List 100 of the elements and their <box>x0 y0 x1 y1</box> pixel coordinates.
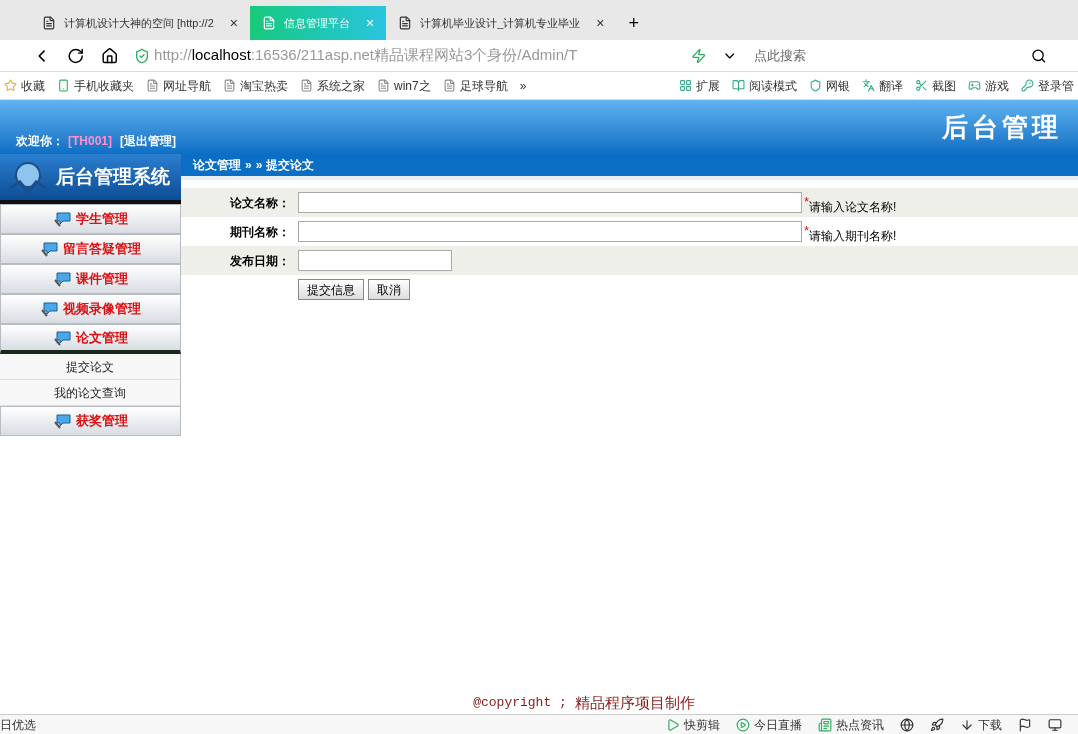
breadcrumb-text: » <box>255 157 263 174</box>
bookmark-link[interactable]: 网址导航 <box>146 76 211 95</box>
tool-label: 网银 <box>826 77 850 95</box>
menu-item[interactable]: 留言答疑管理 <box>0 234 181 264</box>
chat-bubble-icon <box>53 329 72 346</box>
tool-icon <box>1021 79 1034 92</box>
reload-icon[interactable] <box>67 46 85 65</box>
status-button[interactable]: 今日直播 <box>736 715 802 734</box>
welcome-label: 欢迎你： <box>16 133 64 150</box>
menu-item[interactable]: 视频录像管理 <box>0 294 181 324</box>
bookmark-label: 收藏 <box>21 77 45 95</box>
breadcrumb-text: 论文管理 <box>193 157 241 174</box>
tool-label: 游戏 <box>985 77 1009 95</box>
lightning-icon[interactable] <box>690 47 707 64</box>
page-icon <box>261 16 276 30</box>
text-field[interactable] <box>298 221 802 242</box>
logo-title: 后台管理 <box>942 110 1062 144</box>
tool-label: 扩展 <box>696 77 720 95</box>
monitor-icon[interactable] <box>1048 717 1062 732</box>
field-label: 发布日期： <box>229 252 291 270</box>
chat-bubble-icon <box>53 211 72 227</box>
address-field[interactable]: http://localhost:16536/211asp.net精品课程网站3个身份/Admin/T <box>134 44 675 67</box>
bookmark-label: 足球导航 <box>459 77 508 95</box>
download-button[interactable]: 下载 <box>960 715 1002 734</box>
text-field[interactable] <box>298 250 452 271</box>
close-icon[interactable]: × <box>229 12 238 34</box>
more-bookmarks-button[interactable]: » <box>519 76 527 95</box>
toolbar-button[interactable]: 截图 <box>915 76 956 95</box>
logout-link[interactable]: [退出管理] <box>120 132 176 150</box>
field-label: 期刊名称： <box>229 223 291 241</box>
bookmark-link[interactable]: 淘宝热卖 <box>223 76 288 95</box>
close-icon[interactable]: × <box>596 12 605 34</box>
page-icon <box>398 16 413 30</box>
bookmark-link[interactable]: 手机收藏夹 <box>57 76 134 95</box>
copyright-text: @copyright ; <box>473 694 567 713</box>
submenu-item[interactable]: 提交论文 <box>0 354 181 380</box>
toolbar-button[interactable]: 网银 <box>809 76 850 95</box>
status-label: 快剪辑 <box>684 716 720 734</box>
tool-label: 翻译 <box>879 77 903 95</box>
field-hint: 请输入论文名称! <box>809 199 897 216</box>
bookmark-link[interactable]: win7之 <box>377 76 431 95</box>
globe-icon[interactable] <box>900 717 914 732</box>
tab-title: 计算机设计大神的空间 [http://2 <box>64 15 214 31</box>
sidebar-title: 后台管理系统 <box>56 164 170 189</box>
menu-item[interactable]: 获奖管理 <box>0 406 181 436</box>
status-button[interactable]: 热点资讯 <box>818 715 884 734</box>
mascot-icon <box>8 160 48 194</box>
bookmark-link[interactable]: 收藏 <box>4 76 45 95</box>
chat-bubble-icon <box>40 241 59 257</box>
phone-icon <box>57 79 70 92</box>
tab-title: 计算机毕业设计_计算机专业毕业 <box>420 15 581 31</box>
tool-icon <box>915 79 928 92</box>
breadcrumb-text: » <box>245 157 252 174</box>
bookmark-link[interactable]: 系统之家 <box>300 76 365 95</box>
bookmark-label: 手机收藏夹 <box>74 77 134 95</box>
text-field[interactable] <box>298 192 802 213</box>
submenu-item[interactable]: 我的论文查询 <box>0 380 181 406</box>
shield-icon <box>134 47 151 64</box>
down-arrow-icon <box>960 717 974 732</box>
tool-icon <box>862 79 875 92</box>
field-label: 论文名称： <box>229 194 291 212</box>
tool-icon <box>679 79 692 92</box>
bookmark-label: 网址导航 <box>163 77 211 95</box>
new-tab-button[interactable]: + <box>616 6 651 40</box>
form-button[interactable]: 提交信息 <box>298 279 364 300</box>
toolbar-button[interactable]: 扩展 <box>679 76 720 95</box>
chat-bubble-icon <box>53 413 72 429</box>
form-button[interactable]: 取消 <box>368 279 410 300</box>
page-icon <box>223 79 236 92</box>
search-icon[interactable] <box>1030 47 1046 64</box>
chat-bubble-icon <box>53 271 72 287</box>
required-mark: * <box>804 193 810 209</box>
home-icon[interactable] <box>100 46 119 65</box>
status-text[interactable]: 日优选 <box>0 715 36 734</box>
tool-label: 阅读模式 <box>749 77 797 95</box>
download-label: 下载 <box>978 716 1002 734</box>
status-button[interactable]: 快剪辑 <box>666 715 720 734</box>
bookmark-label: 淘宝热卖 <box>240 77 288 95</box>
tool-icon <box>968 79 981 92</box>
flag-icon[interactable] <box>1018 717 1032 732</box>
toolbar-button[interactable]: 翻译 <box>862 76 903 95</box>
bookmark-link[interactable]: 足球导航 <box>442 76 508 95</box>
page-icon <box>300 79 313 92</box>
page-icon <box>146 79 159 92</box>
menu-item[interactable]: 论文管理 <box>0 324 181 354</box>
required-mark: * <box>804 222 810 238</box>
toolbar-button[interactable]: 阅读模式 <box>732 76 797 95</box>
menu-item[interactable]: 学生管理 <box>0 204 181 234</box>
bookmark-label: win7之 <box>394 77 431 95</box>
toolbar-button[interactable]: 登录管 <box>1021 76 1074 95</box>
menu-item[interactable]: 课件管理 <box>0 264 181 294</box>
search-field[interactable]: 点此搜索 <box>753 45 1015 66</box>
status-label: 今日直播 <box>754 716 802 734</box>
tool-icon <box>809 79 822 92</box>
rocket-icon[interactable] <box>930 717 944 732</box>
bookmark-label: 系统之家 <box>317 77 365 95</box>
breadcrumb-text: 提交论文 <box>266 157 315 174</box>
toolbar-button[interactable]: 游戏 <box>968 76 1009 95</box>
page-icon <box>377 79 390 92</box>
status-label: 热点资讯 <box>836 716 884 734</box>
